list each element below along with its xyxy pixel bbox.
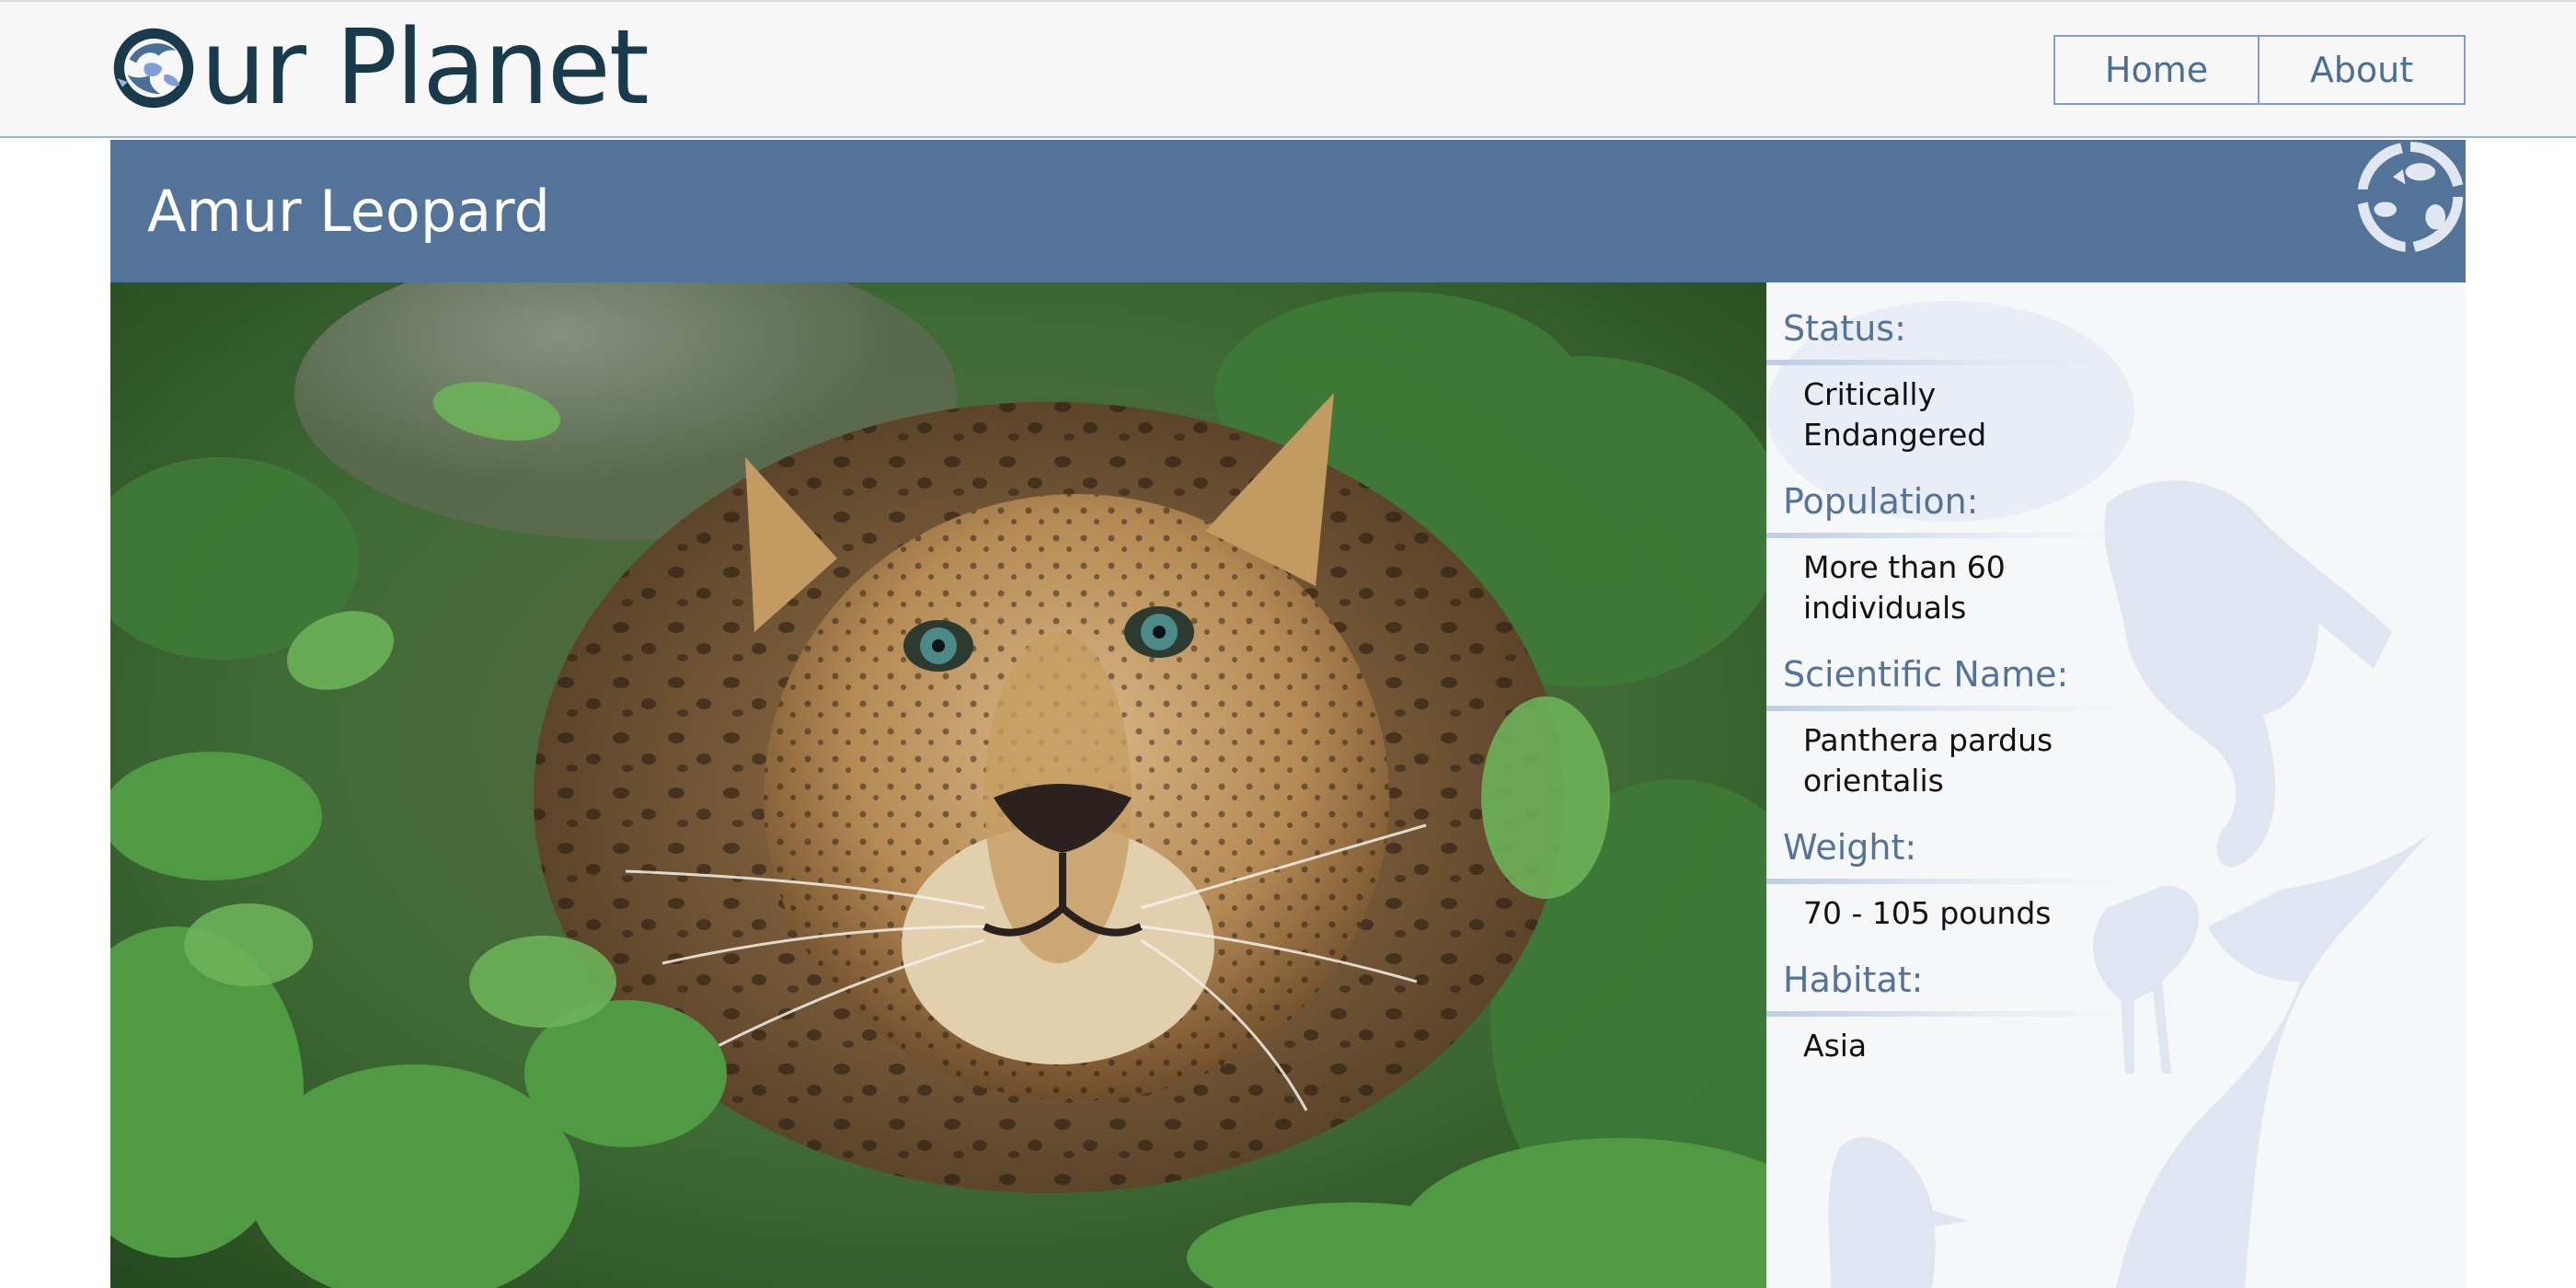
habitat-row: Habitat: Asia: [1766, 950, 2466, 1083]
weight-row: Weight: 70 - 105 pounds: [1766, 818, 2466, 950]
habitat-label: Habitat:: [1766, 950, 2134, 1017]
page-title: Amur Leopard: [147, 178, 550, 245]
amur-leopard-photo: [110, 282, 1766, 1288]
weight-label: Weight:: [1766, 818, 2134, 884]
leopard-image: [110, 282, 1766, 1288]
site-header: ur Planet Home About: [0, 0, 2576, 138]
species-facts: Status: Critically Endangered Population…: [1766, 299, 2466, 1083]
scientific-name-label: Scientific Name:: [1766, 645, 2134, 711]
logo-text: ur Planet: [201, 8, 650, 128]
population-row: Population: More than 60 individuals: [1766, 472, 2466, 645]
population-value: More than 60 individuals: [1803, 549, 2006, 626]
weight-value: 70 - 105 pounds: [1803, 895, 2052, 931]
scientific-name-row: Scientific Name: Panthera pardus orienta…: [1766, 645, 2466, 818]
globe-animals-icon: [113, 28, 194, 109]
habitat-value: Asia: [1803, 1028, 1868, 1064]
status-row: Status: Critically Endangered: [1766, 299, 2466, 472]
main-nav: Home About: [2053, 35, 2466, 105]
globe-animals-icon: [2357, 142, 2464, 252]
status-value: Critically Endangered: [1803, 376, 1987, 453]
status-label: Status:: [1766, 299, 2134, 365]
scientific-name-value: Panthera pardus orientalis: [1803, 722, 2053, 799]
species-info-panel: Status: Critically Endangered Population…: [1766, 282, 2466, 1288]
nav-home-button[interactable]: Home: [2053, 35, 2260, 105]
site-logo[interactable]: ur Planet: [110, 8, 650, 128]
nav-about-button[interactable]: About: [2260, 35, 2466, 105]
population-label: Population:: [1766, 472, 2134, 538]
title-bar: Amur Leopard: [110, 140, 2466, 282]
